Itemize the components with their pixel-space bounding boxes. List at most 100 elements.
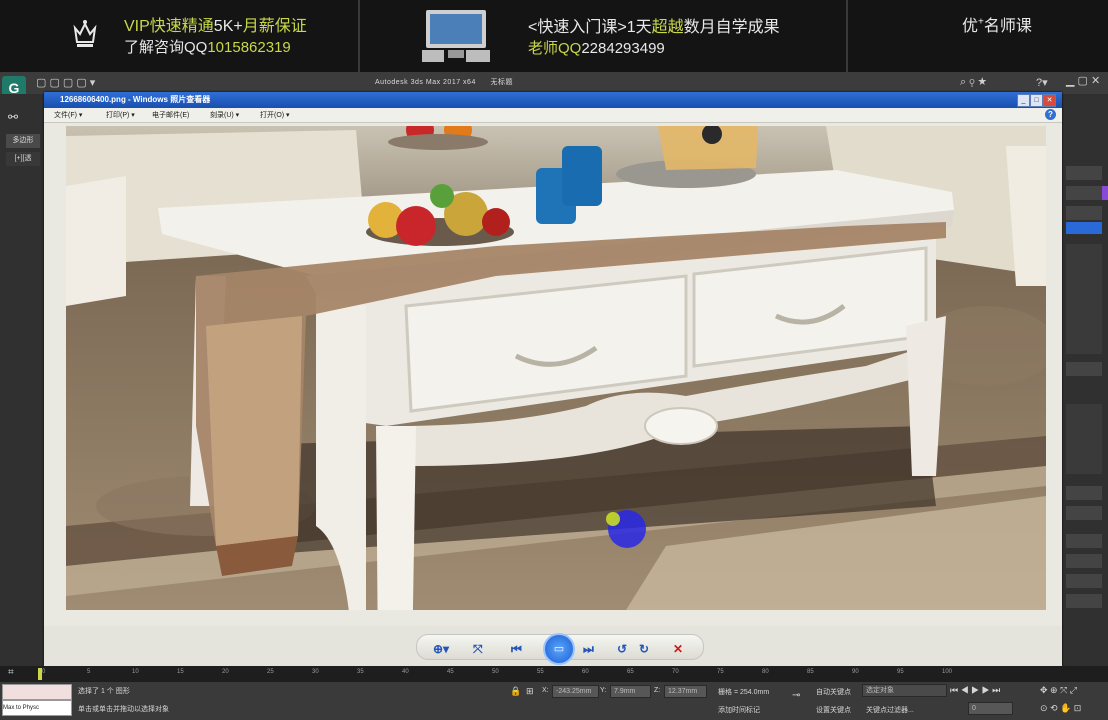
help-icon[interactable]: ?▾ (1036, 76, 1048, 89)
menu-file[interactable]: 文件(F) ▾ (54, 110, 82, 120)
timeline-tick: 75 (717, 669, 724, 675)
tab-polygon[interactable]: 多边形 (6, 134, 40, 148)
panel-row[interactable] (1066, 486, 1102, 500)
panel-row[interactable] (1066, 362, 1102, 376)
monitor-icon (422, 10, 490, 62)
timeline-tick: 50 (492, 669, 499, 675)
crown-icon (73, 20, 97, 47)
timeline-tick: 95 (897, 669, 904, 675)
app-title: Autodesk 3ds Max 2017 x64 无标题 (375, 79, 514, 86)
command-right-panel (1062, 94, 1108, 666)
banner-divider (358, 0, 360, 72)
key-icon[interactable]: ⊸ (792, 690, 800, 701)
help-icon[interactable]: ? (1045, 109, 1056, 120)
cursor-icon (606, 512, 620, 526)
timeline-tick: 60 (582, 669, 589, 675)
rotate-cw-icon[interactable]: ↻ (639, 642, 649, 656)
viewport-label[interactable]: [+][透 (6, 152, 40, 166)
maximize-button[interactable]: □ (1030, 94, 1043, 107)
timeline[interactable]: ⌗ 0 5 10 15 20 25 30 35 40 45 50 55 60 65 70 75 80 85 90 95… (0, 666, 1108, 682)
timeline-tick: 65 (627, 669, 634, 675)
search-icon[interactable]: ⌕ ⚲ ★ (960, 76, 987, 89)
timeline-tick: 35 (357, 669, 364, 675)
timeline-tick: 55 (537, 669, 544, 675)
timeline-tick: 15 (177, 669, 184, 675)
viewer-menubar: 文件(F) ▾ 打印(P) ▾ 电子邮件(E) 刻录(U) ▾ 打开(O) ▾ … (44, 108, 1062, 123)
panel-row[interactable] (1066, 534, 1102, 548)
y-label: Y: (600, 687, 607, 694)
maxscript-listener[interactable] (2, 684, 72, 700)
timeline-tick: 20 (222, 669, 229, 675)
viewer-control-bar: ⊕▾ ⤧ ⏮ ▭ ⏭ ↺ ↻ ✕ (416, 633, 704, 665)
panel-row[interactable] (1066, 554, 1102, 568)
panel-row[interactable] (1066, 574, 1102, 588)
coffee-table-photo (66, 126, 1046, 610)
timeline-toggle-icon[interactable]: ⌗ (8, 667, 14, 678)
color-swatch[interactable] (1066, 186, 1108, 200)
x-coordinate-field[interactable]: -243.25mm (552, 685, 599, 698)
timeline-tick: 0 (42, 669, 46, 675)
panel-row[interactable] (1066, 206, 1102, 220)
x-label: X: (542, 687, 549, 694)
key-filters-button[interactable]: 关键点过滤器... (866, 705, 914, 715)
window-controls[interactable]: ▁ ▢ ✕ (1066, 74, 1100, 87)
panel-row[interactable] (1066, 594, 1102, 608)
minimize-button[interactable]: _ (1017, 94, 1030, 107)
fit-to-window-icon[interactable]: ⤧ (473, 642, 483, 657)
navigation-controls[interactable]: ✥ ⊕ ⤧ ⤢ (1040, 685, 1077, 696)
rotate-ccw-icon[interactable]: ↺ (617, 642, 627, 656)
previous-icon[interactable]: ⏮ (511, 642, 522, 657)
brand-logo: 优+名师课 (962, 16, 1032, 35)
timeline-tick: 45 (447, 669, 454, 675)
timeline-tick: 90 (852, 669, 859, 675)
viewer-titlebar[interactable]: 12668606400.png - Windows 照片查看器 _ □ ✕ (44, 92, 1062, 108)
panel-rollout (1066, 404, 1102, 474)
close-button[interactable]: ✕ (1043, 94, 1056, 107)
panel-row[interactable] (1066, 506, 1102, 520)
viewer-title: 12668606400.png - Windows 照片查看器 (60, 95, 211, 104)
quick-access-toolbar[interactable]: ▢ ▢ ▢ ▢ ▾ (36, 76, 95, 89)
selected-row[interactable] (1066, 222, 1102, 234)
course-headline: <快速入门课>1天超越数月自学成果 (528, 19, 780, 36)
menu-print[interactable]: 打印(P) ▾ (106, 110, 135, 120)
grid-size: 栅格 = 254.0mm (718, 689, 770, 696)
set-key-button[interactable]: 设置关键点 (816, 705, 851, 715)
current-frame-field[interactable]: 0 (968, 702, 1013, 715)
lock-icon[interactable]: 🔒 (510, 686, 521, 697)
timeline-tick: 30 (312, 669, 319, 675)
vip-headline: VIP快速精通5K+月薪保证 (124, 18, 307, 35)
key-mode-select[interactable]: 选定对象 (862, 684, 947, 697)
command-left-panel: ⚯ 多边形 [+][透 (0, 94, 45, 666)
z-label: Z: (654, 687, 661, 694)
menu-email[interactable]: 电子邮件(E) (152, 110, 189, 120)
delete-icon[interactable]: ✕ (673, 642, 683, 656)
menu-open[interactable]: 打开(O) ▾ (260, 110, 290, 120)
timeline-tick: 5 (87, 669, 91, 675)
slideshow-button[interactable]: ▭ (543, 633, 575, 665)
timeline-tick: 70 (672, 669, 679, 675)
next-icon[interactable]: ⏭ (583, 642, 594, 657)
photo-viewer-window: 12668606400.png - Windows 照片查看器 _ □ ✕ 文件… (44, 92, 1062, 666)
selection-status: 选择了 1 个 图形 (78, 688, 130, 695)
timeline-tick: 85 (807, 669, 814, 675)
viewport-navigation-icons[interactable]: ⊙ ⟲ ✋ ⊡ (1040, 703, 1081, 714)
banner-divider (846, 0, 848, 72)
transform-mode-icon[interactable]: ⊞ (526, 686, 534, 697)
add-time-tag[interactable]: 添加时间标记 (718, 705, 760, 715)
z-coordinate-field[interactable]: 12.37mm (664, 685, 707, 698)
link-icon[interactable]: ⚯ (8, 110, 18, 124)
vip-contact: 了解咨询QQ1015862319 (124, 39, 291, 56)
promo-banner: VIP快速精通5K+月薪保证 了解咨询QQ1015862319 <快速入门课>1… (0, 0, 1108, 72)
menu-burn[interactable]: 刻录(U) ▾ (210, 110, 239, 120)
photo-image (66, 126, 1046, 610)
maxscript-input[interactable]: Max to Physc (2, 700, 72, 716)
zoom-icon[interactable]: ⊕▾ (433, 642, 449, 656)
timeline-tick: 10 (132, 669, 139, 675)
panel-row[interactable] (1066, 166, 1102, 180)
timeline-tick: 100 (942, 669, 953, 675)
y-coordinate-field[interactable]: 7.9mm (610, 685, 651, 698)
playback-controls[interactable]: ⏮ ◀ ▶ ▶ ⏭ (950, 685, 1000, 696)
viewer-toolbar: ⊕▾ ⤧ ⏮ ▭ ⏭ ↺ ↻ ✕ (44, 626, 1062, 666)
auto-key-button[interactable]: 自动关键点 (816, 687, 851, 697)
timeline-tick: 25 (267, 669, 274, 675)
